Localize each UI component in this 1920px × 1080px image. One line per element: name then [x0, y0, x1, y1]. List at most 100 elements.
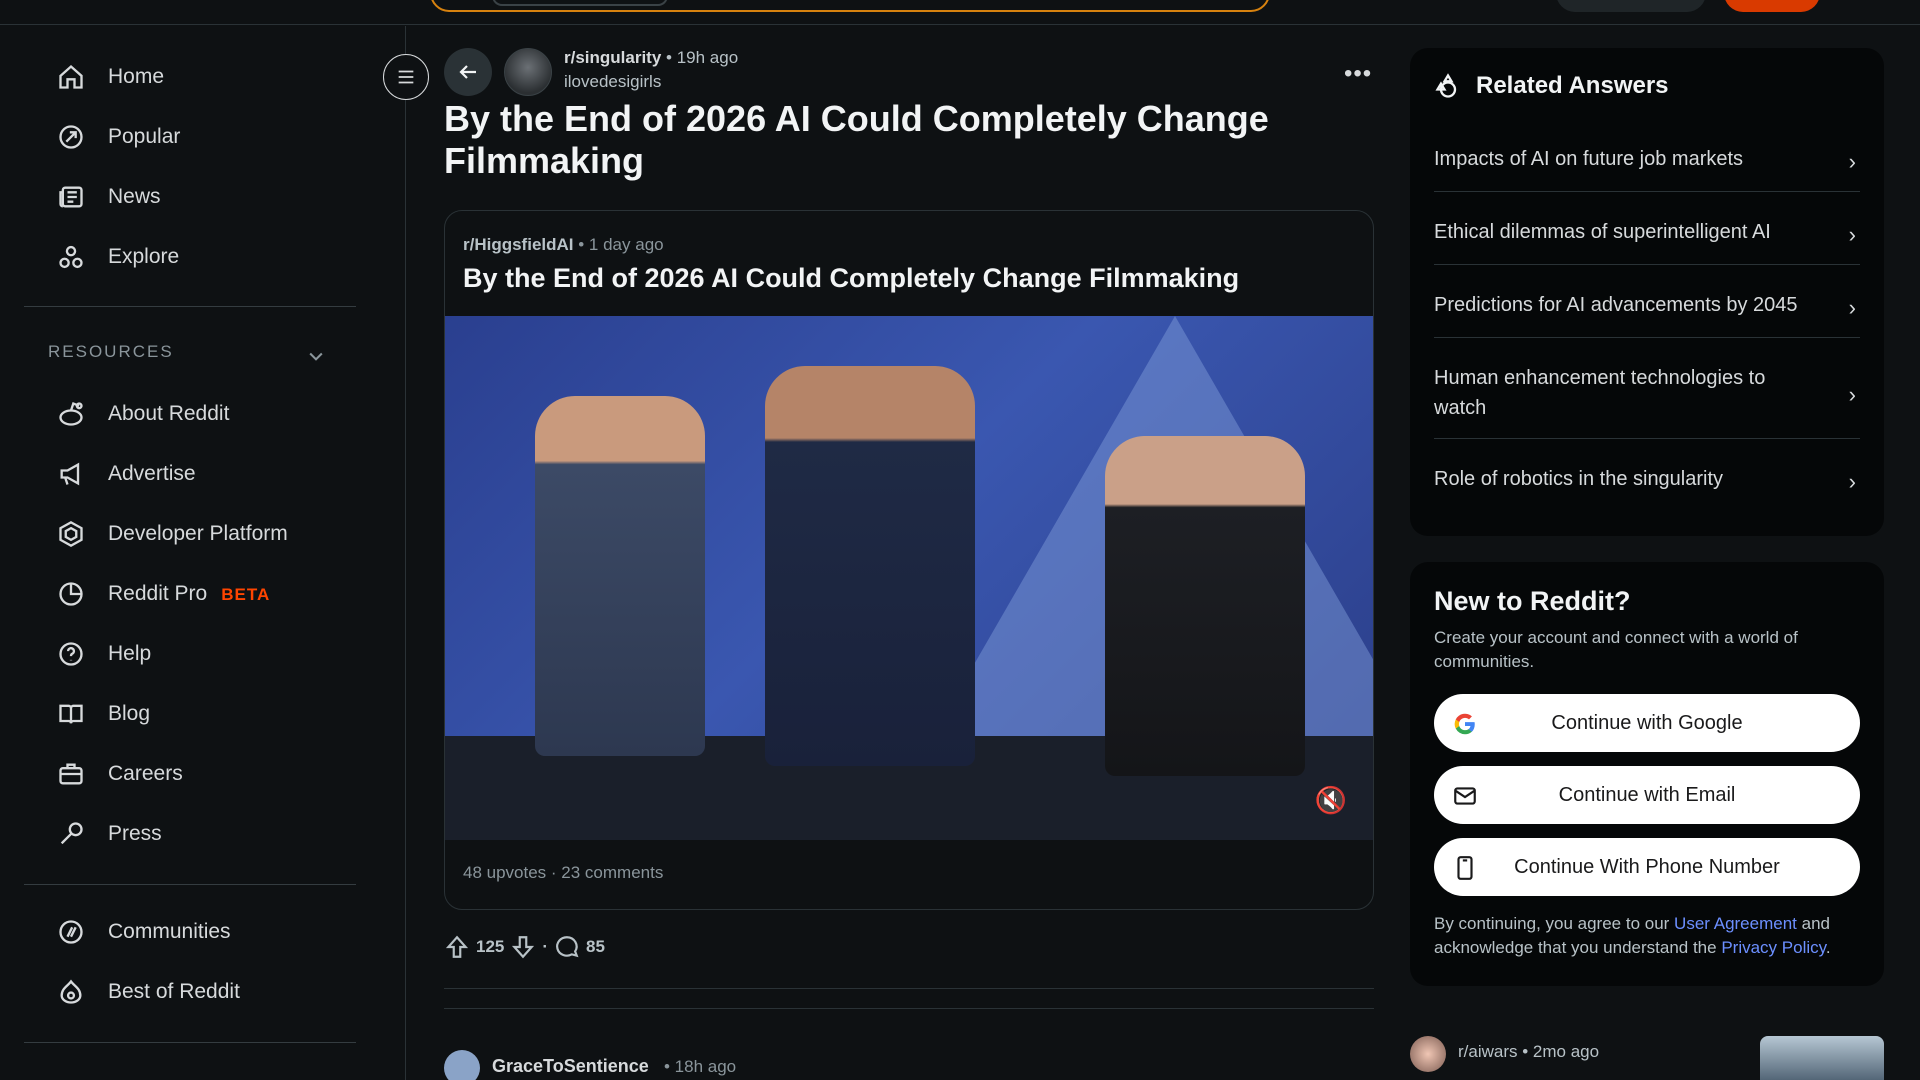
- recommended-thumbnail[interactable]: [1760, 1036, 1884, 1080]
- continue-email-button[interactable]: Continue with Email: [1434, 766, 1860, 824]
- related-answer-text: Impacts of AI on future job markets: [1434, 148, 1744, 170]
- collapse-nav-button[interactable]: [383, 54, 429, 100]
- nav-divider: [24, 884, 356, 885]
- nav-reddit-pro[interactable]: Reddit Pro BETA: [56, 574, 270, 614]
- related-answer-item[interactable]: Impacts of AI on future job markets ›: [1434, 132, 1860, 192]
- downvote-icon[interactable]: [510, 934, 536, 960]
- pie-chart-icon: [56, 579, 86, 609]
- recommended-subreddit-avatar[interactable]: [1410, 1036, 1446, 1072]
- hexagon-icon: [56, 519, 86, 549]
- popular-icon: [56, 122, 86, 152]
- microphone-icon: [56, 819, 86, 849]
- comment-icon[interactable]: [554, 934, 580, 960]
- search-bar[interactable]: [430, 0, 1270, 12]
- related-answer-item[interactable]: Predictions for AI advancements by 2045 …: [1434, 278, 1860, 338]
- nav-reddit-pro-label: Reddit Pro: [108, 582, 208, 605]
- nav-news-label: News: [108, 185, 161, 208]
- book-icon: [56, 699, 86, 729]
- nav-press[interactable]: Press: [56, 814, 162, 854]
- recommended-subreddit[interactable]: r/aiwars: [1458, 1042, 1518, 1061]
- subreddit-link[interactable]: r/singularity: [564, 48, 661, 67]
- nav-developer-label: Developer Platform: [108, 522, 288, 545]
- nav-popular[interactable]: Popular: [56, 117, 180, 157]
- signup-subtitle: Create your account and connect with a w…: [1434, 628, 1798, 671]
- resources-header[interactable]: RESOURCES: [48, 342, 174, 362]
- recommended-time: • 2mo ago: [1522, 1042, 1600, 1061]
- nav-advertise-label: Advertise: [108, 462, 196, 485]
- video-player[interactable]: 🔇: [445, 316, 1373, 840]
- google-icon: [1454, 713, 1475, 735]
- related-answer-item[interactable]: Human enhancement technologies to watch …: [1434, 351, 1860, 439]
- vote-count: 125: [476, 937, 505, 956]
- chevron-down-icon[interactable]: [306, 346, 326, 366]
- home-icon: [56, 62, 86, 92]
- crosspost-meta: r/HiggsfieldAI • 1 day ago: [463, 235, 664, 255]
- chevron-right-icon: ›: [1848, 221, 1856, 247]
- related-answers-panel: Related Answers Impacts of AI on future …: [1410, 48, 1884, 536]
- login-button[interactable]: [1724, 0, 1820, 12]
- nav-explore-label: Explore: [108, 245, 180, 268]
- continue-phone-label: Continue With Phone Number: [1514, 855, 1780, 878]
- related-answer-item[interactable]: Role of robotics in the singularity ›: [1434, 452, 1860, 512]
- crosspost-time: • 1 day ago: [578, 235, 664, 254]
- nav-divider: [24, 306, 356, 307]
- search-chip[interactable]: [492, 0, 668, 6]
- briefcase-icon: [56, 759, 86, 789]
- post-time: • 19h ago: [666, 48, 739, 67]
- divider: [444, 988, 1374, 989]
- separator-dot: ·: [542, 937, 549, 956]
- nav-about-label: About Reddit: [108, 402, 230, 425]
- crosspost-subreddit[interactable]: r/HiggsfieldAI: [463, 235, 574, 254]
- post-meta: r/singularity • 19h ago: [564, 48, 738, 68]
- crosspost-stats: 48 upvotes · 23 comments: [463, 863, 664, 882]
- back-button[interactable]: [444, 48, 492, 96]
- divider: [444, 1008, 1374, 1009]
- nav-careers[interactable]: Careers: [56, 754, 183, 794]
- nav-advertise[interactable]: Advertise: [56, 454, 196, 494]
- comment-author[interactable]: GraceToSentience: [492, 1056, 649, 1077]
- comment-avatar[interactable]: [444, 1050, 480, 1080]
- nav-careers-label: Careers: [108, 762, 183, 785]
- related-answer-text: Human enhancement technologies to watch: [1434, 367, 1766, 419]
- megaphone-icon: [56, 459, 86, 489]
- beta-badge: BETA: [221, 585, 271, 604]
- nav-communities[interactable]: Communities: [56, 912, 231, 952]
- related-answer-text: Predictions for AI advancements by 2045: [1434, 294, 1798, 316]
- nav-help[interactable]: Help: [56, 634, 151, 674]
- reddit-alien-icon: [56, 399, 86, 429]
- crosspost-title[interactable]: By the End of 2026 AI Could Completely C…: [463, 263, 1239, 294]
- explore-icon: [56, 242, 86, 272]
- continue-google-button[interactable]: Continue with Google: [1434, 694, 1860, 752]
- post-actions: 125 · 85: [444, 932, 605, 962]
- more-options-icon[interactable]: •••: [1344, 60, 1372, 88]
- mute-icon[interactable]: 🔇: [1315, 785, 1347, 816]
- get-app-button[interactable]: [1556, 0, 1706, 12]
- comment-time: • 18h ago: [664, 1057, 737, 1076]
- post-author[interactable]: ilovedesigirls: [564, 72, 661, 92]
- communities-icon: [56, 917, 86, 947]
- menu-icon: [398, 70, 414, 84]
- related-answers-header: Related Answers: [1434, 72, 1669, 100]
- continue-phone-button[interactable]: Continue With Phone Number: [1434, 838, 1860, 896]
- crosspost-card[interactable]: r/HiggsfieldAI • 1 day ago By the End of…: [444, 210, 1374, 910]
- post-title: By the End of 2026 AI Could Completely C…: [444, 98, 1269, 181]
- legal-pre: By continuing, you agree to our: [1434, 914, 1675, 933]
- nav-explore[interactable]: Explore: [56, 237, 179, 277]
- subreddit-avatar[interactable]: [504, 48, 552, 96]
- nav-about-reddit[interactable]: About Reddit: [56, 394, 229, 434]
- user-agreement-link[interactable]: User Agreement: [1674, 914, 1797, 933]
- upvote-icon[interactable]: [444, 934, 470, 960]
- related-answers-title: Related Answers: [1476, 72, 1669, 99]
- chevron-right-icon: ›: [1848, 148, 1856, 174]
- comment-count[interactable]: 85: [586, 937, 605, 957]
- chevron-right-icon: ›: [1848, 469, 1856, 494]
- privacy-policy-link[interactable]: Privacy Policy: [1721, 938, 1826, 957]
- nav-news[interactable]: News: [56, 177, 161, 217]
- nav-best-of-reddit[interactable]: Best of Reddit: [56, 972, 240, 1012]
- related-answer-item[interactable]: Ethical dilemmas of superintelligent AI …: [1434, 205, 1860, 265]
- nav-developer-platform[interactable]: Developer Platform: [56, 514, 288, 554]
- continue-google-label: Continue with Google: [1551, 711, 1743, 734]
- nav-blog[interactable]: Blog: [56, 694, 150, 734]
- top-header: [0, 0, 1920, 25]
- nav-home[interactable]: Home: [56, 57, 164, 97]
